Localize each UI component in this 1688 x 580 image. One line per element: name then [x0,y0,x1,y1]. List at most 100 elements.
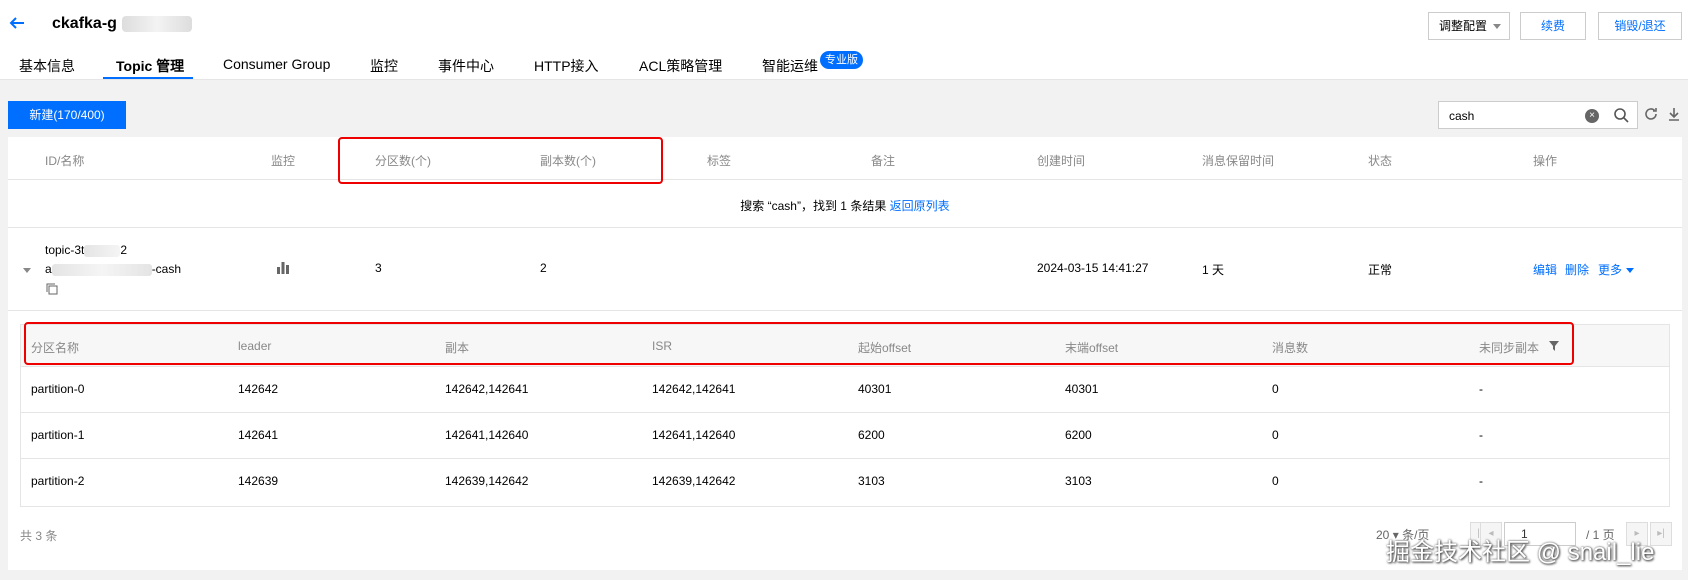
partition-leader: 142642 [238,382,279,396]
search-input[interactable]: cash × [1438,101,1638,129]
renew-button[interactable]: 续费 [1520,12,1586,40]
replica-count: 2 [540,261,547,275]
table-row: partition-1 142641 142641,142640 142641,… [21,413,1669,459]
column-header-status: 状态 [1368,154,1393,168]
partition-end-offset: 6200 [1065,428,1092,442]
partition-unsynced: - [1479,474,1483,488]
tab-monitoring[interactable]: 监控 [370,56,398,76]
partition-message-count: 0 [1272,474,1279,488]
column-header-tags: 标签 [707,154,732,168]
partition-isr: 142642,142641 [652,382,736,396]
partition-header: 分区名称 leader 副本 ISR 起始offset 末端offset 消息数… [21,325,1669,367]
column-header-replicas: 副本数(个) [540,154,596,168]
search-result-text: 搜索 “cash”，找到 1 条结果 [740,199,887,213]
redacted-topic-name [51,263,152,276]
tab-consumer-group[interactable]: Consumer Group [223,56,330,72]
table-row: partition-0 142642 142642,142641 142642,… [21,367,1669,413]
partition-start-offset: 6200 [858,428,885,442]
table-row: partition-2 142639 142639,142642 142639,… [21,459,1669,505]
status-text: 正常 [1368,263,1393,277]
active-tab-indicator [103,77,193,79]
column-header-actions: 操作 [1533,154,1558,168]
tab-event-center[interactable]: 事件中心 [438,56,494,76]
total-count: 共 3 条 [20,529,58,543]
partition-message-count: 0 [1272,428,1279,442]
topic-name-suffix: -cash [151,262,182,276]
top-bar: ckafka-g 调整配置 续费 销毁/退还 基本信息 Topic 管理 Con… [0,0,1688,80]
redacted-instance-name [122,16,192,32]
topic-name-prefix: a [45,262,52,276]
bar-chart-icon[interactable] [276,260,290,274]
download-icon[interactable] [1666,106,1682,122]
partition-replicas: 142642,142641 [445,382,529,396]
chevron-down-icon [1493,24,1501,29]
copy-icon[interactable] [46,283,58,295]
column-header-monitor: 监控 [271,154,296,168]
partition-leader: 142639 [238,474,279,488]
topic-id-suffix: 2 [120,243,128,257]
topic-table-panel: ID/名称 监控 分区数(个) 副本数(个) 标签 备注 创建时间 消息保留时间… [8,137,1682,570]
pro-edition-badge: 专业版 [820,51,863,69]
partition-count: 3 [375,261,382,275]
column-header-remark: 备注 [871,154,896,168]
back-to-list-link[interactable]: 返回原列表 [890,199,950,213]
adjust-config-dropdown[interactable]: 调整配置 [1428,12,1510,40]
column-header-partition-name: 分区名称 [31,341,80,355]
column-header-isr: ISR [652,339,673,353]
partition-start-offset: 40301 [858,382,892,396]
tab-topic-management[interactable]: Topic 管理 [116,56,184,76]
column-header-replica: 副本 [445,341,470,355]
partition-name: partition-0 [31,382,85,396]
column-header-message-count: 消息数 [1272,341,1309,355]
topic-id-prefix: topic-3t [45,243,85,257]
column-header-start-offset: 起始offset [858,341,912,355]
tab-smart-ops[interactable]: 智能运维 [762,56,818,76]
retention-time: 1 天 [1202,263,1225,277]
topic-name: a -cash [45,262,181,276]
created-time: 2024-03-15 14:41:27 [1037,261,1149,275]
column-header-leader: leader [238,339,272,353]
search-value: cash [1449,109,1475,123]
partition-isr: 142639,142642 [652,474,736,488]
filter-icon[interactable] [1549,340,1559,351]
expand-caret-icon[interactable] [23,268,31,273]
partition-subtable: 分区名称 leader 副本 ISR 起始offset 末端offset 消息数… [20,324,1670,507]
column-header-created: 创建时间 [1037,154,1086,168]
destroy-button[interactable]: 销毁/退还 [1598,12,1682,40]
tab-acl-policy[interactable]: ACL策略管理 [639,56,722,76]
refresh-icon[interactable] [1643,106,1659,122]
tab-basic-info[interactable]: 基本信息 [19,56,75,76]
more-dropdown[interactable]: 更多 [1598,261,1635,278]
adjust-config-label: 调整配置 [1439,19,1488,33]
header-divider [8,179,1682,180]
partition-name: partition-1 [31,428,85,442]
delete-link[interactable]: 删除 [1565,261,1589,278]
more-label: 更多 [1598,263,1623,277]
column-header-retention: 消息保留时间 [1202,154,1275,168]
partition-replicas: 142641,142640 [445,428,529,442]
row-divider [8,310,1682,311]
partition-end-offset: 40301 [1065,382,1099,396]
partition-name: partition-2 [31,474,85,488]
column-header-end-offset: 末端offset [1065,341,1119,355]
partition-replicas: 142639,142642 [445,474,529,488]
tab-http-access[interactable]: HTTP接入 [534,56,599,76]
column-header-id-name: ID/名称 [45,154,85,168]
clear-icon[interactable]: × [1585,109,1599,123]
search-icon[interactable] [1613,107,1629,123]
partition-message-count: 0 [1272,382,1279,396]
topic-id[interactable]: topic-3t 2 [45,243,127,257]
chevron-down-icon [1626,268,1635,274]
column-header-unsynced-replicas: 未同步副本 [1479,341,1540,355]
partition-unsynced: - [1479,428,1483,442]
watermark-text: 掘金技术社区 @ snail_lie [1386,539,1655,566]
redacted-topic-id [84,244,121,257]
instance-title: ckafka-g [52,15,117,32]
new-topic-button[interactable]: 新建(170/400) [8,101,126,129]
partition-leader: 142641 [238,428,279,442]
back-arrow-icon[interactable] [8,14,28,34]
partition-start-offset: 3103 [858,474,885,488]
edit-link[interactable]: 编辑 [1533,261,1557,278]
column-header-partitions: 分区数(个) [375,154,431,168]
partition-isr: 142641,142640 [652,428,736,442]
